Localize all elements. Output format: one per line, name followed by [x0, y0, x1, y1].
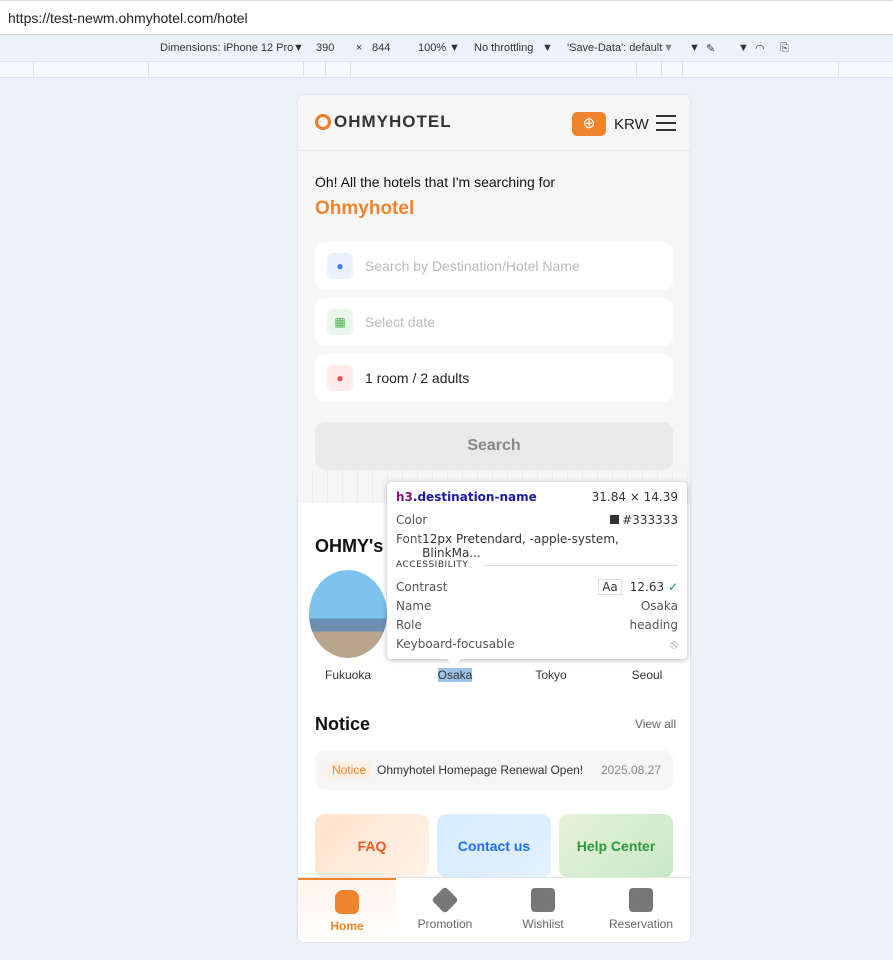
- site-header: OHMYHOTEL ⊕ KRW: [298, 95, 690, 151]
- date-placeholder: Select date: [365, 314, 436, 330]
- eyedropper-icon[interactable]: ✎: [706, 42, 715, 55]
- font-value: 12px Pretendard, -apple-system, BlinkMa.…: [422, 532, 619, 560]
- currency-button[interactable]: KRW: [614, 116, 649, 133]
- reservation-icon: [629, 888, 653, 912]
- destination-placeholder: Search by Destination/Hotel Name: [365, 258, 580, 274]
- destination-name: Osaka: [437, 668, 473, 682]
- notice-title: Notice: [315, 714, 371, 734]
- vision-icon[interactable]: ◠: [755, 42, 765, 55]
- destination-input[interactable]: ● Search by Destination/Hotel Name: [315, 242, 673, 290]
- nav-label: Home: [330, 919, 364, 933]
- rotate-icon[interactable]: ⎘: [780, 42, 789, 55]
- wishlist-icon: [531, 888, 555, 912]
- destination-name: Fukuoka: [324, 668, 372, 682]
- check-icon: ✓: [667, 580, 678, 594]
- media-query-ruler[interactable]: [0, 61, 893, 78]
- hero-tagline: Oh! All the hotels that I'm searching fo…: [315, 174, 556, 190]
- help-center-card[interactable]: Help Center: [559, 814, 673, 878]
- destination-name: Tokyo: [535, 668, 567, 682]
- notice-text: Ohmyhotel Homepage Renewal Open!: [377, 763, 584, 777]
- hero-brand: Ohmyhotel: [315, 198, 415, 219]
- selector-label: h3.destination-name: [396, 490, 537, 504]
- name-label: Name: [396, 599, 432, 613]
- url-text: https://test-newm.ohmyhotel.com/hotel: [8, 10, 248, 26]
- zoom-select[interactable]: 100%: [418, 42, 446, 54]
- orange-logo-icon: [315, 114, 331, 130]
- not-allowed-icon: ⦸: [670, 637, 678, 651]
- guests-value: 1 room / 2 adults: [365, 370, 470, 386]
- language-button[interactable]: ⊕: [572, 112, 606, 136]
- notice-date: 2025.08.27: [600, 763, 661, 777]
- address-bar[interactable]: https://test-newm.ohmyhotel.com/hotel: [0, 0, 893, 35]
- dimensions-select[interactable]: Dimensions: iPhone 12 Pro: [160, 42, 293, 54]
- nav-wishlist[interactable]: Wishlist: [494, 878, 592, 942]
- throttling-select[interactable]: No throttling: [474, 42, 533, 54]
- contrast-aa: Aa: [598, 579, 622, 595]
- person-icon: ●: [327, 365, 353, 391]
- destination-name: Seoul: [631, 668, 663, 682]
- nav-home[interactable]: Home: [298, 878, 396, 942]
- search-button[interactable]: Search: [315, 422, 673, 470]
- save-data-select[interactable]: 'Save-Data': default: [567, 42, 662, 54]
- color-value: #333333: [610, 513, 678, 527]
- destination-image: [309, 570, 387, 658]
- tooltip-arrow: [446, 658, 462, 666]
- accessibility-heading: ACCESSIBILITY: [396, 560, 469, 570]
- ticket-icon: [431, 886, 459, 914]
- device-toolbar: Dimensions: iPhone 12 Pro ▼ 390 × 844 100…: [0, 36, 893, 61]
- nav-promotion[interactable]: Promotion: [396, 878, 494, 942]
- width-input[interactable]: 390: [316, 42, 334, 54]
- view-all-link[interactable]: View all: [635, 717, 676, 731]
- color-label: Color: [396, 513, 428, 527]
- times-label: ×: [356, 42, 363, 54]
- bottom-nav: Home Promotion Wishlist Reservation: [298, 877, 690, 942]
- focus-label: Keyboard-focusable: [396, 637, 515, 651]
- destination-fukuoka[interactable]: Fukuoka: [308, 570, 388, 684]
- font-label: Font: [396, 532, 423, 546]
- role-label: Role: [396, 618, 422, 632]
- home-icon: [335, 890, 359, 914]
- element-size: 31.84 × 14.39: [591, 490, 678, 504]
- hamburger-menu-icon[interactable]: [656, 115, 676, 131]
- calendar-icon: ▦: [327, 309, 353, 335]
- date-input[interactable]: ▦ Select date: [315, 298, 673, 346]
- nav-label: Wishlist: [522, 917, 564, 931]
- notice-item[interactable]: Notice Ohmyhotel Homepage Renewal Open! 20…: [315, 750, 673, 790]
- logo-text: OHMYHOTEL: [334, 112, 452, 131]
- height-input[interactable]: 844: [372, 42, 390, 54]
- contact-us-card[interactable]: Contact us: [437, 814, 551, 878]
- logo[interactable]: OHMYHOTEL: [315, 112, 452, 132]
- guests-input[interactable]: ● 1 room / 2 adults: [315, 354, 673, 402]
- contrast-value: 12.63: [629, 580, 665, 594]
- role-value: heading: [629, 618, 678, 632]
- inspector-tooltip: h3.destination-name 31.84 × 14.39 Color #3…: [387, 482, 687, 659]
- contrast-label: Contrast: [396, 580, 448, 594]
- nav-label: Promotion: [417, 917, 473, 931]
- faq-card[interactable]: FAQ: [315, 814, 429, 878]
- nav-reservation[interactable]: Reservation: [592, 878, 690, 942]
- notice-badge: Notice: [327, 761, 372, 779]
- location-pin-icon: ●: [327, 253, 353, 279]
- name-value: Osaka: [640, 599, 678, 613]
- globe-icon: ⊕: [582, 115, 596, 132]
- nav-label: Reservation: [608, 917, 674, 931]
